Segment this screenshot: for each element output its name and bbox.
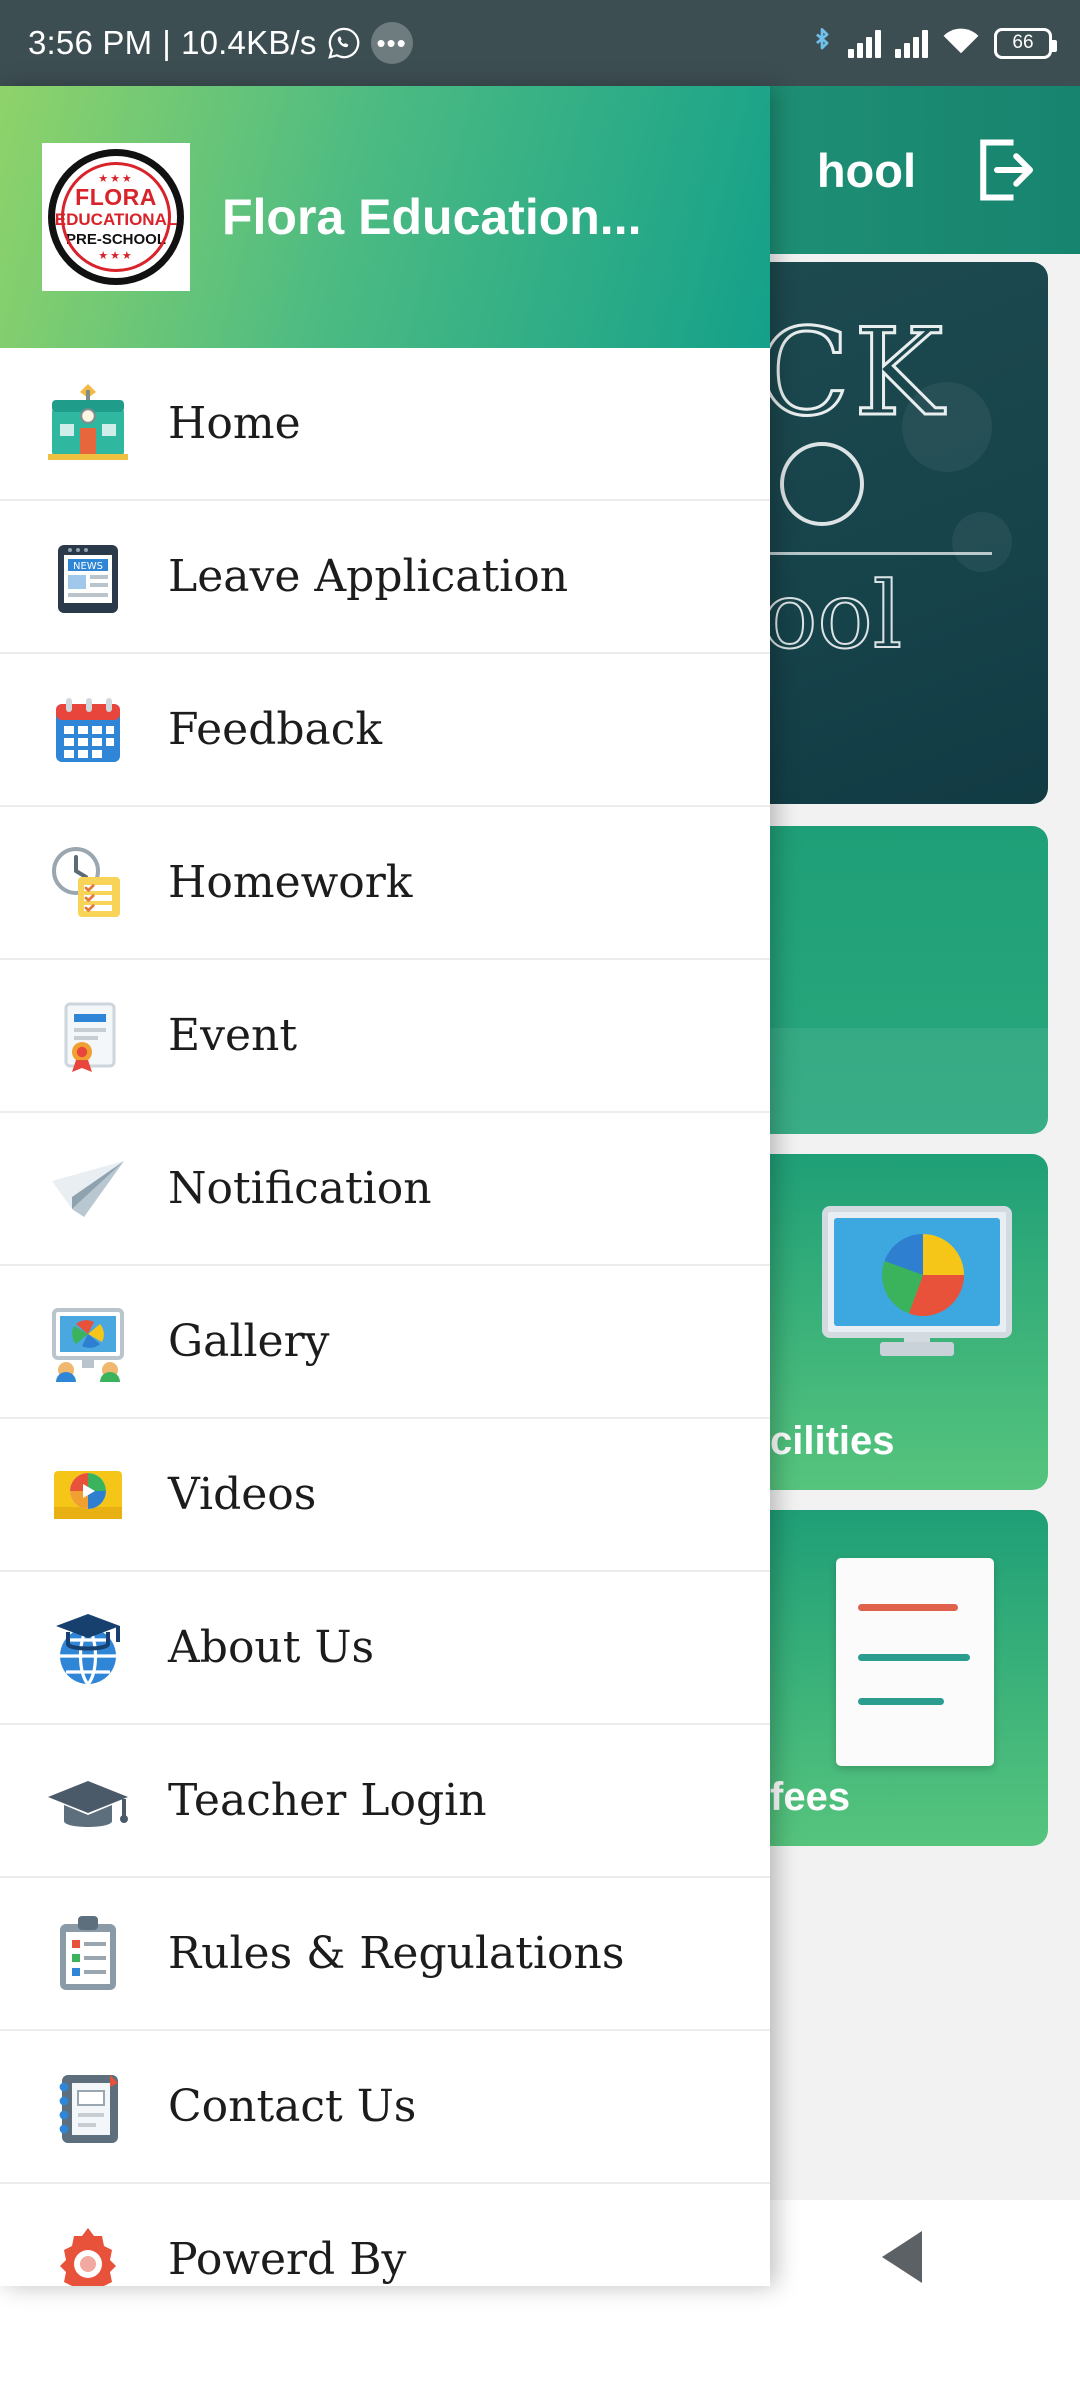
battery-level-text: 66 bbox=[1012, 32, 1034, 53]
gear-icon bbox=[40, 2212, 136, 2286]
banner-chalk-text-2: ool bbox=[761, 561, 903, 670]
status-bar-left: 3:56 PM | 10.4KB/s ••• bbox=[28, 22, 810, 64]
menu-item-feedback[interactable]: Feedback bbox=[0, 654, 770, 807]
monitor-icon bbox=[822, 1206, 1012, 1338]
signal-bars-icon-1 bbox=[848, 28, 881, 58]
chalk-bulb-icon bbox=[780, 442, 864, 526]
menu-label-gallery: Gallery bbox=[168, 1316, 330, 1367]
menu-item-contact-us[interactable]: Contact Us bbox=[0, 2031, 770, 2184]
menu-label-home: Home bbox=[168, 398, 301, 449]
calendar-icon bbox=[40, 682, 136, 778]
menu-label-videos: Videos bbox=[168, 1469, 317, 1520]
whatsapp-icon bbox=[327, 26, 361, 60]
menu-label-notification: Notification bbox=[168, 1163, 432, 1214]
menu-item-gallery[interactable]: Gallery bbox=[0, 1266, 770, 1419]
wifi-icon bbox=[942, 28, 980, 58]
menu-label-contact-us: Contact Us bbox=[168, 2081, 417, 2132]
menu-label-about-us: About Us bbox=[168, 1622, 375, 1673]
chalk-underline bbox=[762, 552, 992, 555]
menu-item-teacher-login[interactable]: Teacher Login bbox=[0, 1725, 770, 1878]
status-bar: 3:56 PM | 10.4KB/s ••• 66 bbox=[0, 0, 1080, 86]
notebook-icon bbox=[40, 2059, 136, 2155]
phone-screen: 3:56 PM | 10.4KB/s ••• 66 hool CK ool ci… bbox=[0, 0, 1080, 2400]
logo-line-3: PRE-SCHOOL bbox=[65, 230, 166, 248]
bluetooth-icon bbox=[810, 26, 834, 60]
drawer-header: ★★★ FLORA EDUCATIONAL PRE-SCHOOL ★★★ Flo… bbox=[0, 86, 770, 348]
fees-tile-label: fees bbox=[770, 1775, 851, 1819]
menu-label-feedback: Feedback bbox=[168, 704, 383, 755]
status-bar-right: 66 bbox=[810, 26, 1057, 60]
presentation-board-icon bbox=[40, 1294, 136, 1390]
school-building-icon bbox=[40, 376, 136, 472]
status-network-speed: 10.4KB/s bbox=[181, 24, 317, 61]
video-play-icon bbox=[40, 1447, 136, 1543]
svg-text:NEWS: NEWS bbox=[73, 561, 103, 572]
clipboard-list-icon bbox=[40, 1906, 136, 2002]
app-bar-title: hool bbox=[816, 143, 916, 197]
menu-item-about-us[interactable]: About Us bbox=[0, 1572, 770, 1725]
logo-stars-top: ★★★ bbox=[98, 172, 134, 185]
document-icon bbox=[836, 1558, 994, 1766]
paper-plane-icon bbox=[40, 1141, 136, 1237]
menu-item-notification[interactable]: Notification bbox=[0, 1113, 770, 1266]
menu-item-powerd-by[interactable]: Powerd By bbox=[0, 2184, 770, 2286]
logout-icon[interactable] bbox=[972, 137, 1044, 203]
logo-line-2: EDUCATIONAL bbox=[54, 209, 178, 229]
school-logo: ★★★ FLORA EDUCATIONAL PRE-SCHOOL ★★★ bbox=[42, 143, 190, 291]
fees-tile[interactable]: fees bbox=[752, 1510, 1048, 1846]
menu-label-rules-regulations: Rules & Regulations bbox=[168, 1928, 625, 1979]
drawer-menu: Home NEWS Leave Application Feedback Hom… bbox=[0, 348, 770, 2286]
triangle-back-icon[interactable] bbox=[881, 2231, 922, 2283]
menu-item-event[interactable]: Event bbox=[0, 960, 770, 1113]
signal-bars-icon-2 bbox=[895, 28, 928, 58]
status-time: 3:56 PM bbox=[28, 24, 153, 61]
menu-label-teacher-login: Teacher Login bbox=[168, 1775, 487, 1826]
graduation-globe-icon bbox=[40, 1600, 136, 1696]
menu-item-homework[interactable]: Homework bbox=[0, 807, 770, 960]
status-separator: | bbox=[162, 24, 172, 61]
navigation-drawer: ★★★ FLORA EDUCATIONAL PRE-SCHOOL ★★★ Flo… bbox=[0, 86, 770, 2286]
logo-stars-bottom: ★★★ bbox=[98, 250, 134, 263]
clock-checklist-icon bbox=[40, 835, 136, 931]
menu-label-event: Event bbox=[168, 1010, 298, 1061]
green-tile[interactable] bbox=[752, 826, 1048, 1134]
logo-line-1: FLORA bbox=[75, 183, 157, 210]
menu-label-leave-application: Leave Application bbox=[168, 551, 569, 602]
menu-item-rules-regulations[interactable]: Rules & Regulations bbox=[0, 1878, 770, 2031]
banner-chalk-text-1: CK bbox=[756, 303, 948, 445]
graduation-cap-icon bbox=[40, 1753, 136, 1849]
certificate-icon bbox=[40, 988, 136, 1084]
menu-label-powerd-by: Powerd By bbox=[168, 2234, 407, 2285]
notification-dots-badge: ••• bbox=[370, 22, 413, 64]
facilities-tile[interactable]: cilities bbox=[752, 1154, 1048, 1490]
banner-card[interactable]: CK ool bbox=[752, 262, 1048, 804]
drawer-title: Flora Education... bbox=[222, 189, 642, 245]
news-tablet-icon: NEWS bbox=[40, 529, 136, 625]
facilities-tile-label: cilities bbox=[770, 1419, 895, 1463]
menu-item-videos[interactable]: Videos bbox=[0, 1419, 770, 1572]
menu-label-homework: Homework bbox=[168, 857, 413, 908]
battery-indicator: 66 bbox=[994, 27, 1057, 59]
menu-item-home[interactable]: Home bbox=[0, 348, 770, 501]
menu-item-leave-application[interactable]: NEWS Leave Application bbox=[0, 501, 770, 654]
